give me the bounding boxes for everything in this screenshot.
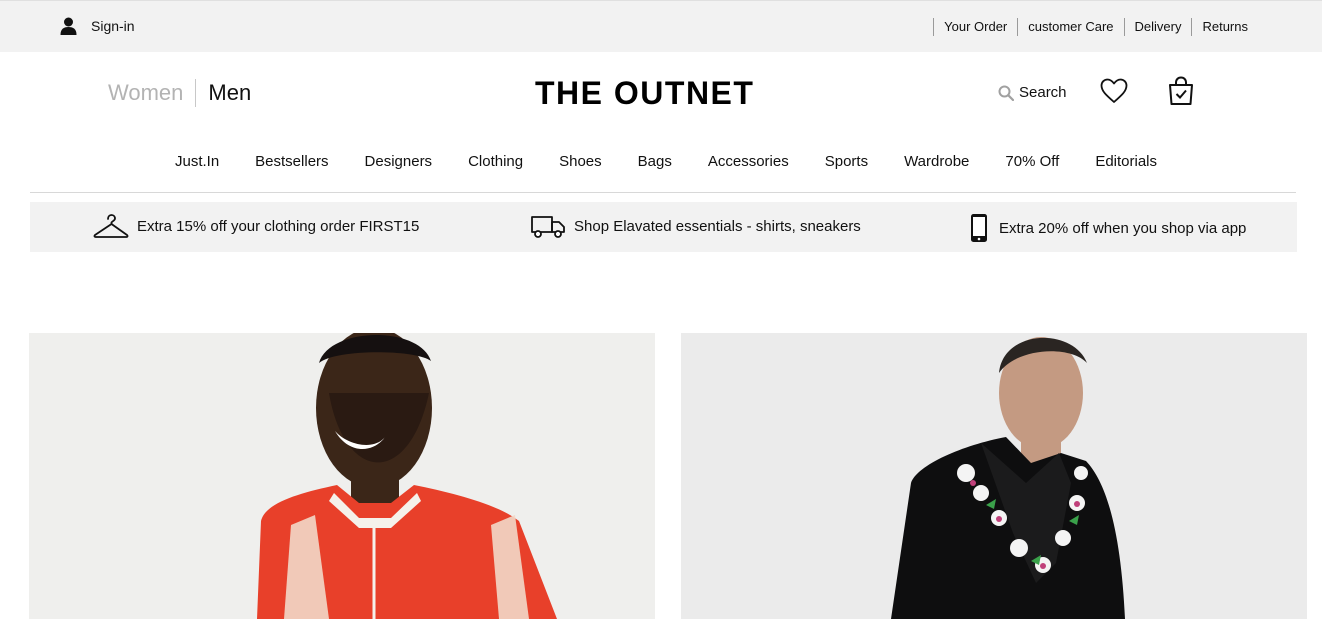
sign-in-link[interactable]: Sign-in bbox=[60, 17, 135, 35]
heart-icon[interactable] bbox=[1100, 78, 1128, 104]
smartphone-icon bbox=[971, 214, 987, 242]
nav-item-bestsellers[interactable]: Bestsellers bbox=[255, 150, 328, 174]
nav-item-wardrobe[interactable]: Wardrobe bbox=[904, 150, 969, 174]
nav-item-bags[interactable]: Bags bbox=[638, 150, 672, 174]
customer-care-link[interactable]: customer Care bbox=[1017, 18, 1123, 36]
nav-item-clothing[interactable]: Clothing bbox=[468, 150, 523, 174]
your-order-link[interactable]: Your Order bbox=[933, 18, 1017, 36]
nav-item-designers[interactable]: Designers bbox=[365, 150, 433, 174]
hero-image-floral-shirt[interactable] bbox=[681, 333, 1307, 619]
promo-essentials[interactable]: Shop Elavated essentials - shirts, sneak… bbox=[530, 213, 861, 239]
model-floral-shirt-image bbox=[681, 333, 1307, 619]
nav-item-70-off[interactable]: 70% Off bbox=[1005, 150, 1059, 174]
user-icon bbox=[60, 17, 77, 35]
delivery-truck-icon bbox=[531, 216, 565, 238]
sign-in-label: Sign-in bbox=[91, 18, 135, 34]
nav-item-just-in[interactable]: Just.In bbox=[175, 150, 219, 174]
promo-app-text: Extra 20% off when you shop via app bbox=[999, 219, 1247, 237]
shopping-bag-icon[interactable] bbox=[1168, 76, 1194, 106]
nav-item-shoes[interactable]: Shoes bbox=[559, 150, 602, 174]
women-link[interactable]: Women bbox=[108, 79, 197, 107]
search-icon bbox=[998, 85, 1014, 101]
hero-image-red-jacket[interactable] bbox=[29, 333, 655, 619]
nav-item-accessories[interactable]: Accessories bbox=[708, 150, 789, 174]
site-header: Women Men THE OUTNET Search bbox=[0, 52, 1326, 136]
men-link[interactable]: Men bbox=[196, 79, 251, 107]
nav-item-editorials[interactable]: Editorials bbox=[1095, 150, 1157, 174]
promo-app[interactable]: Extra 20% off when you shop via app bbox=[967, 213, 1246, 243]
promo-strip: Extra 15% off your clothing order FIRST1… bbox=[30, 202, 1297, 252]
promo-essentials-text: Shop Elavated essentials - shirts, sneak… bbox=[574, 217, 861, 235]
nav-item-sports[interactable]: Sports bbox=[825, 150, 868, 174]
returns-link[interactable]: Returns bbox=[1191, 18, 1258, 36]
gender-switch: Women Men bbox=[108, 79, 251, 107]
site-logo[interactable]: THE OUTNET bbox=[535, 75, 754, 112]
delivery-link[interactable]: Delivery bbox=[1123, 18, 1192, 36]
search-button[interactable]: Search bbox=[998, 84, 1067, 101]
hanger-icon bbox=[93, 214, 129, 238]
utility-links: Your Order customer Care Delivery Return… bbox=[933, 18, 1258, 36]
search-label: Search bbox=[1019, 84, 1067, 101]
promo-clothing-discount[interactable]: Extra 15% off your clothing order FIRST1… bbox=[93, 213, 419, 239]
promo-clothing-text: Extra 15% off your clothing order FIRST1… bbox=[137, 217, 420, 235]
utility-bar: Sign-in Your Order customer Care Deliver… bbox=[0, 0, 1322, 52]
model-red-track-jacket-image bbox=[29, 333, 655, 619]
main-navigation: Just.In Bestsellers Designers Clothing S… bbox=[30, 150, 1296, 193]
